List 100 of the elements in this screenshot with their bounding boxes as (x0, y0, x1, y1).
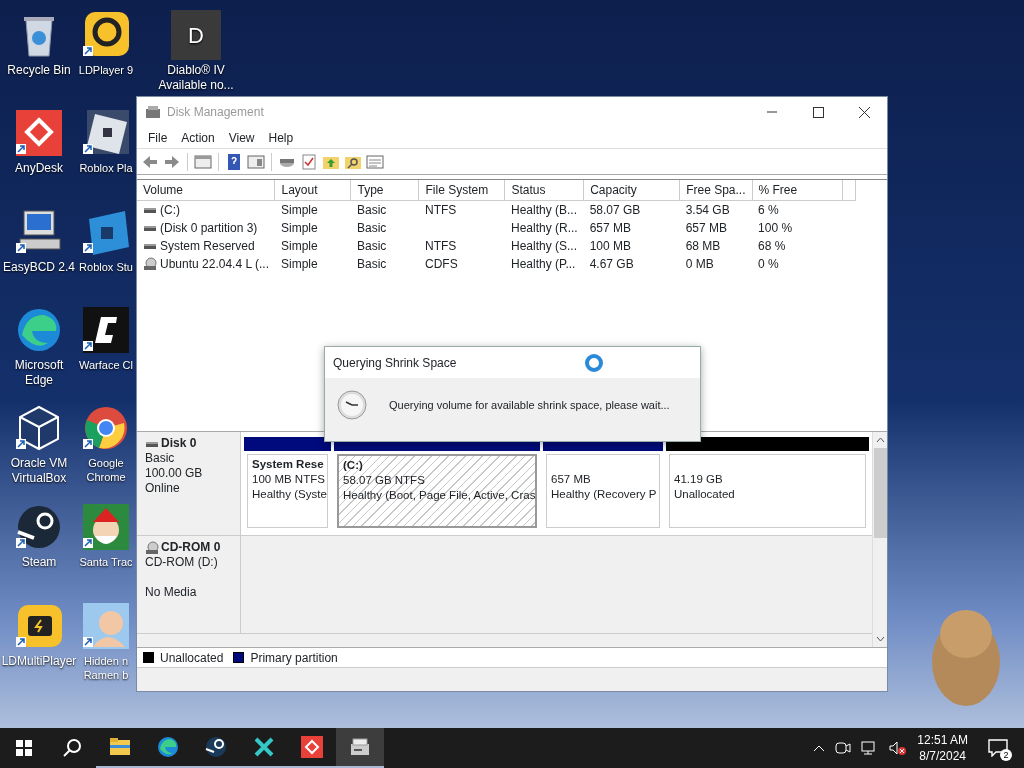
partition-title: System Rese (252, 457, 323, 472)
column-header[interactable]: Capacity (583, 180, 680, 201)
letter-tile-icon[interactable] (81, 305, 131, 355)
scroll-thumb[interactable] (873, 448, 887, 538)
desktop-icon-label[interactable]: AnyDesk (15, 161, 63, 176)
table-cell: Simple (280, 257, 318, 271)
desktop-icon-label[interactable]: Microsoft Edge (0, 358, 78, 388)
table-cell: Healthy (B... (510, 203, 577, 217)
windows-logo-icon[interactable] (16, 740, 32, 756)
muted-speaker-icon[interactable] (889, 741, 908, 755)
table-cell-text: Ubuntu 22.04.4 L (... (160, 256, 269, 273)
column-header[interactable]: Volume (137, 180, 275, 201)
camera-icon[interactable] (835, 741, 852, 755)
partition-size: 41.19 GB (674, 472, 724, 487)
desktop-icon-label[interactable]: Google Chrome (77, 456, 135, 484)
desktop-icon-label[interactable]: Roblox Pla (79, 161, 133, 175)
dialog-title: Querying Shrink Space (333, 354, 457, 372)
menu-item[interactable]: File (141, 128, 175, 147)
partition-block[interactable]: (C:) 58.07 GB NTFS Healthy (Boot, Page File, Active, Cras (337, 454, 537, 528)
partition-status: Unallocated (674, 487, 736, 502)
desktop-icon-label[interactable]: LDPlayer 9 (78, 63, 134, 77)
clock-icon (337, 390, 367, 420)
desktop-icon-label[interactable]: Roblox Stu (79, 260, 133, 274)
table-cell: Basic (356, 239, 387, 253)
scrollbar[interactable] (872, 432, 887, 647)
search-icon[interactable] (62, 738, 82, 758)
close-icon[interactable] (858, 106, 870, 118)
disk-type: Basic (145, 451, 176, 466)
table-cell: 3.54 GB (685, 203, 730, 217)
desktop-icon-label[interactable]: Recycle Bin (7, 63, 71, 78)
browser-icon[interactable] (156, 735, 180, 759)
dialog-message: Querying volume for available shrink space, please wait... (389, 397, 670, 413)
desktop-icon-label[interactable]: Steam (21, 555, 57, 570)
cross-icon[interactable] (252, 735, 276, 759)
chevron-up-icon[interactable] (813, 744, 826, 752)
partition-status: Healthy (Recovery P (551, 487, 655, 502)
speech-bubble-icon[interactable] (988, 739, 1008, 757)
steam-icon[interactable] (204, 735, 228, 759)
partition-block[interactable]: 41.19 GB Unallocated (669, 454, 866, 528)
menu-item[interactable]: View (221, 128, 262, 147)
partition-size: 58.07 GB NTFS (343, 473, 426, 488)
column-header[interactable]: File System (418, 180, 505, 201)
partition-size: 657 MB (551, 472, 592, 487)
table-cell: 100 MB (589, 239, 631, 253)
disk-type: CD-ROM (D:) (145, 555, 219, 570)
drive-icon (143, 241, 157, 251)
panel-icon[interactable] (194, 152, 212, 171)
diamond-app-icon[interactable] (300, 735, 324, 759)
table-cell: NTFS (424, 203, 457, 217)
menu-item[interactable]: Help (261, 128, 301, 147)
column-header[interactable]: % Free (752, 180, 843, 201)
desktop-icon-label[interactable]: EasyBCD 2.4 (3, 260, 75, 275)
menu-item[interactable]: Action (174, 128, 222, 147)
table-cell: Healthy (P... (510, 257, 576, 271)
panel-icon[interactable] (247, 152, 265, 171)
column-header[interactable]: Type (350, 180, 419, 201)
maximize-icon[interactable] (812, 106, 824, 118)
disc-drive-icon (145, 540, 159, 555)
desktop-icon-label[interactable]: Santa Trac (79, 555, 133, 569)
clock[interactable]: 12:51 AM 8/7/2024 (917, 732, 968, 764)
diamond-app-icon[interactable] (14, 108, 64, 158)
table-cell: Basic (356, 203, 387, 217)
desktop-icon-label[interactable]: Oracle VM VirtualBox (0, 456, 78, 486)
drive-icon (143, 205, 157, 215)
column-header[interactable]: Layout (274, 180, 351, 201)
column-header[interactable]: Status (504, 180, 584, 201)
table-cell-text: (C:) (160, 202, 180, 219)
partition-block[interactable]: System Rese 100 MB NTFS Healthy (Syste (247, 454, 328, 528)
desktop-icon-label[interactable]: Warface Cl (79, 358, 133, 372)
scroll-up-icon[interactable] (875, 436, 885, 444)
table-cell: Simple (280, 203, 318, 217)
table-cell: 68 MB (685, 239, 721, 253)
table-cell: 657 MB (589, 221, 631, 235)
table-cell: Healthy (R... (510, 221, 578, 235)
disk-drive-icon (145, 105, 161, 119)
table-cell: NTFS (424, 239, 457, 253)
notifications-button[interactable]: 2 (978, 728, 1018, 768)
column-header[interactable]: Free Spa... (679, 180, 753, 201)
cartoon-icon[interactable] (81, 601, 131, 651)
table-cell: 58.07 GB (589, 203, 641, 217)
disc-drive-icon (143, 257, 157, 271)
table-cell-text: System Reserved (160, 238, 255, 255)
table-cell: Simple (280, 239, 318, 253)
letter-tile-icon[interactable]: D (171, 10, 221, 60)
table-cell: 100 % (758, 221, 793, 235)
help-icon[interactable] (225, 152, 243, 171)
table-cell: Basic (356, 221, 387, 235)
taskbar-app-button[interactable] (336, 728, 384, 768)
disk-name: CD-ROM 0 (161, 540, 221, 555)
window-title: Disk Management (167, 104, 264, 121)
scroll-down-icon[interactable] (875, 635, 885, 643)
drive-icon (143, 223, 157, 233)
busy-cursor-icon (584, 352, 604, 373)
partition-block[interactable]: 657 MB Healthy (Recovery P (546, 454, 660, 528)
table-cell: 0 % (758, 257, 779, 271)
disk-size: 100.00 GB (145, 466, 204, 481)
checklist-icon[interactable] (300, 152, 318, 171)
table-cell: 68 % (758, 239, 786, 253)
santa-icon[interactable] (81, 502, 131, 552)
desktop-icon-label[interactable]: Diablo® IV Available no... (157, 63, 235, 93)
